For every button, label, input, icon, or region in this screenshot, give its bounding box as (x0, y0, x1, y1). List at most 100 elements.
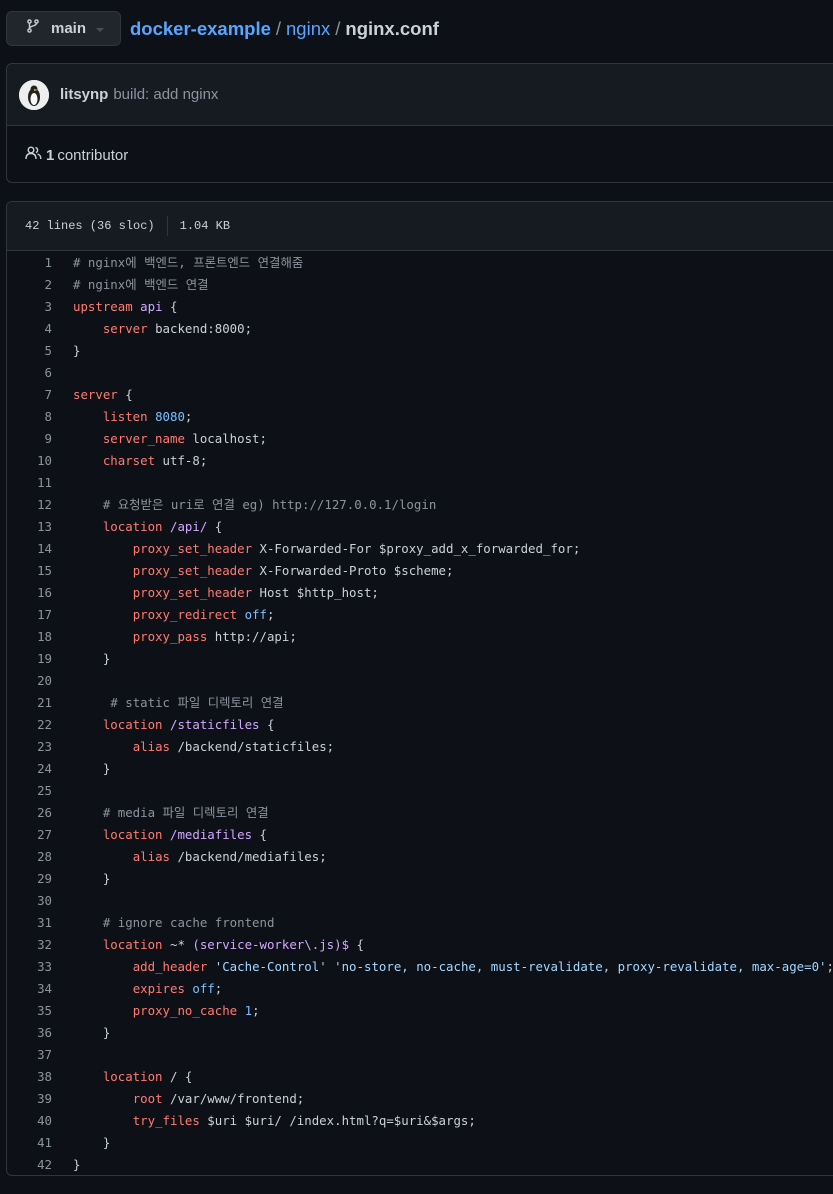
line-number[interactable]: 32 (7, 937, 52, 952)
line-number[interactable]: 25 (7, 783, 52, 798)
line-number[interactable]: 35 (7, 1003, 52, 1018)
file-header: 42 lines (36 sloc) 1.04 KB (7, 202, 833, 251)
caret-down-icon (96, 27, 105, 32)
avatar[interactable] (19, 79, 49, 110)
code-line: 36 } (7, 1021, 833, 1043)
line-number[interactable]: 1 (7, 255, 52, 270)
line-number[interactable]: 2 (7, 277, 52, 292)
code-line: 41 } (7, 1131, 833, 1153)
line-number[interactable]: 31 (7, 915, 52, 930)
breadcrumb-dir-link[interactable]: nginx (286, 18, 330, 40)
line-content: # static 파일 디렉토리 연결 (52, 693, 284, 711)
code-token: ; (252, 1002, 260, 1018)
line-number[interactable]: 8 (7, 409, 52, 424)
code-token: } (73, 1134, 111, 1150)
code-line: 14 proxy_set_header X-Forwarded-For $pro… (7, 537, 833, 559)
line-number[interactable]: 24 (7, 761, 52, 776)
code-token: # 요청받은 uri로 연결 eg) http://127.0.0.1/logi… (102, 497, 437, 512)
line-number[interactable]: 33 (7, 959, 52, 974)
line-number[interactable]: 27 (7, 827, 52, 842)
line-number[interactable]: 18 (7, 629, 52, 644)
code-line: 16 proxy_set_header Host $http_host; (7, 581, 833, 603)
code-token: { (162, 298, 178, 314)
line-number[interactable]: 20 (7, 673, 52, 688)
line-number[interactable]: 39 (7, 1091, 52, 1106)
line-number[interactable]: 29 (7, 871, 52, 886)
code-token: charset (102, 452, 156, 468)
code-line: 3 upstream api { (7, 295, 833, 317)
code-line: 29 } (7, 867, 833, 889)
code-token: } (73, 760, 111, 776)
code-line: 40 try_files $uri $uri/ /index.html?q=$u… (7, 1109, 833, 1131)
line-number[interactable]: 28 (7, 849, 52, 864)
line-number[interactable]: 41 (7, 1135, 52, 1150)
code-token: ; (184, 408, 193, 424)
line-content: } (52, 1025, 110, 1040)
code-token: location (102, 1068, 163, 1084)
breadcrumb: docker-example / nginx / nginx.conf (130, 18, 439, 40)
code-line: 30 (7, 889, 833, 911)
line-number[interactable]: 30 (7, 893, 52, 908)
branch-selector-button[interactable]: main (6, 11, 121, 46)
code-token: proxy_set_header (132, 562, 253, 578)
line-number[interactable]: 37 (7, 1047, 52, 1062)
line-number[interactable]: 19 (7, 651, 52, 666)
commit-author-link[interactable]: litsynp (60, 86, 108, 103)
code-line: 13 location /api/ { (7, 515, 833, 537)
line-number[interactable]: 36 (7, 1025, 52, 1040)
line-number[interactable]: 14 (7, 541, 52, 556)
contributors-row[interactable]: 1 contributor (7, 126, 833, 184)
code-line: 19 } (7, 647, 833, 669)
code-token: { (349, 936, 364, 952)
code-token: server (73, 386, 118, 402)
line-number[interactable]: 5 (7, 343, 52, 358)
contributor-label[interactable]: contributor (57, 147, 128, 164)
line-number[interactable]: 11 (7, 475, 52, 490)
line-number[interactable]: 40 (7, 1113, 52, 1128)
line-number[interactable]: 23 (7, 739, 52, 754)
breadcrumb-separator: / (335, 17, 341, 39)
line-number[interactable]: 12 (7, 497, 52, 512)
line-content: location /mediafiles { (52, 827, 267, 842)
line-number[interactable]: 16 (7, 585, 52, 600)
line-number[interactable]: 21 (7, 695, 52, 710)
line-number[interactable]: 22 (7, 717, 52, 732)
code-token: # static 파일 디렉토리 연결 (110, 695, 284, 710)
line-content: add_header 'Cache-Control' 'no-store, no… (52, 959, 833, 974)
code-token: location (102, 716, 163, 732)
breadcrumb-separator: / (275, 17, 282, 39)
line-number[interactable]: 3 (7, 299, 52, 314)
commit-message-link[interactable]: build: add nginx (113, 86, 218, 103)
line-number[interactable]: 42 (7, 1157, 52, 1172)
line-number[interactable]: 17 (7, 607, 52, 622)
line-number[interactable]: 7 (7, 387, 52, 402)
line-number[interactable]: 4 (7, 321, 52, 336)
code-token: /staticfiles (170, 716, 260, 732)
line-number[interactable]: 38 (7, 1069, 52, 1084)
line-number[interactable]: 15 (7, 563, 52, 578)
code-token: try_files (132, 1112, 200, 1128)
line-number[interactable]: 13 (7, 519, 52, 534)
code-line: 4 server backend:8000; (7, 317, 833, 339)
line-number[interactable]: 26 (7, 805, 52, 820)
branch-name: main (51, 20, 87, 37)
line-number[interactable]: 34 (7, 981, 52, 996)
line-number[interactable]: 6 (7, 365, 52, 380)
breadcrumb-repo-link[interactable]: docker-example (130, 18, 271, 40)
code-token: proxy_pass (132, 628, 208, 644)
code-token: Host $http_host; (252, 584, 379, 600)
line-number[interactable]: 9 (7, 431, 52, 446)
line-number[interactable]: 10 (7, 453, 52, 468)
line-content: listen 8080; (52, 408, 193, 424)
